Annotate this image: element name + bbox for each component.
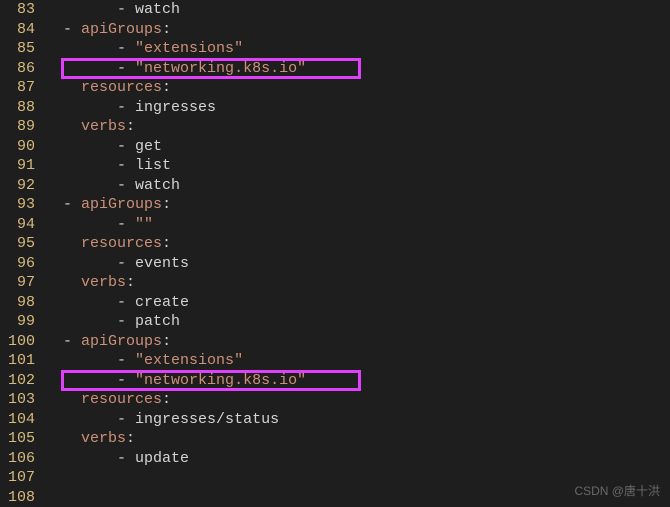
line-number: 108 — [8, 488, 35, 507]
line-number: 104 — [8, 410, 35, 430]
code-editor[interactable]: 8384858687888990919293949596979899100101… — [0, 0, 670, 507]
line-number: 99 — [8, 312, 35, 332]
code-line[interactable]: verbs: — [45, 429, 306, 449]
code-line[interactable] — [45, 488, 306, 507]
code-line[interactable]: - "networking.k8s.io" — [45, 371, 306, 391]
line-number: 86 — [8, 59, 35, 79]
code-line[interactable]: resources: — [45, 390, 306, 410]
watermark: CSDN @唐十洪 — [574, 482, 660, 502]
line-number: 106 — [8, 449, 35, 469]
code-line[interactable]: - patch — [45, 312, 306, 332]
line-number: 92 — [8, 176, 35, 196]
line-number: 98 — [8, 293, 35, 313]
code-line[interactable]: - apiGroups: — [45, 195, 306, 215]
line-number: 101 — [8, 351, 35, 371]
line-number: 91 — [8, 156, 35, 176]
line-number: 85 — [8, 39, 35, 59]
line-number: 89 — [8, 117, 35, 137]
line-number: 96 — [8, 254, 35, 274]
code-line[interactable]: - events — [45, 254, 306, 274]
code-line[interactable]: - "extensions" — [45, 39, 306, 59]
code-line[interactable]: - "extensions" — [45, 351, 306, 371]
code-line[interactable]: resources: — [45, 78, 306, 98]
code-line[interactable]: - ingresses — [45, 98, 306, 118]
line-number: 88 — [8, 98, 35, 118]
line-number: 83 — [8, 0, 35, 20]
code-line[interactable]: - create — [45, 293, 306, 313]
code-line[interactable]: - watch — [45, 176, 306, 196]
code-line[interactable]: - apiGroups: — [45, 20, 306, 40]
code-content[interactable]: - watch - apiGroups: - "extensions" - "n… — [45, 0, 306, 507]
code-line[interactable] — [45, 468, 306, 488]
line-number: 103 — [8, 390, 35, 410]
line-number: 95 — [8, 234, 35, 254]
line-number-gutter: 8384858687888990919293949596979899100101… — [0, 0, 45, 507]
code-line[interactable]: - watch — [45, 0, 306, 20]
code-line[interactable]: resources: — [45, 234, 306, 254]
code-line[interactable]: verbs: — [45, 273, 306, 293]
code-line[interactable]: - "networking.k8s.io" — [45, 59, 306, 79]
code-line[interactable]: - ingresses/status — [45, 410, 306, 430]
code-line[interactable]: - get — [45, 137, 306, 157]
line-number: 102 — [8, 371, 35, 391]
line-number: 90 — [8, 137, 35, 157]
line-number: 107 — [8, 468, 35, 488]
line-number: 97 — [8, 273, 35, 293]
line-number: 84 — [8, 20, 35, 40]
code-line[interactable]: verbs: — [45, 117, 306, 137]
code-line[interactable]: - list — [45, 156, 306, 176]
line-number: 87 — [8, 78, 35, 98]
line-number: 105 — [8, 429, 35, 449]
line-number: 94 — [8, 215, 35, 235]
line-number: 93 — [8, 195, 35, 215]
line-number: 100 — [8, 332, 35, 352]
code-line[interactable]: - apiGroups: — [45, 332, 306, 352]
code-line[interactable]: - update — [45, 449, 306, 469]
code-line[interactable]: - "" — [45, 215, 306, 235]
